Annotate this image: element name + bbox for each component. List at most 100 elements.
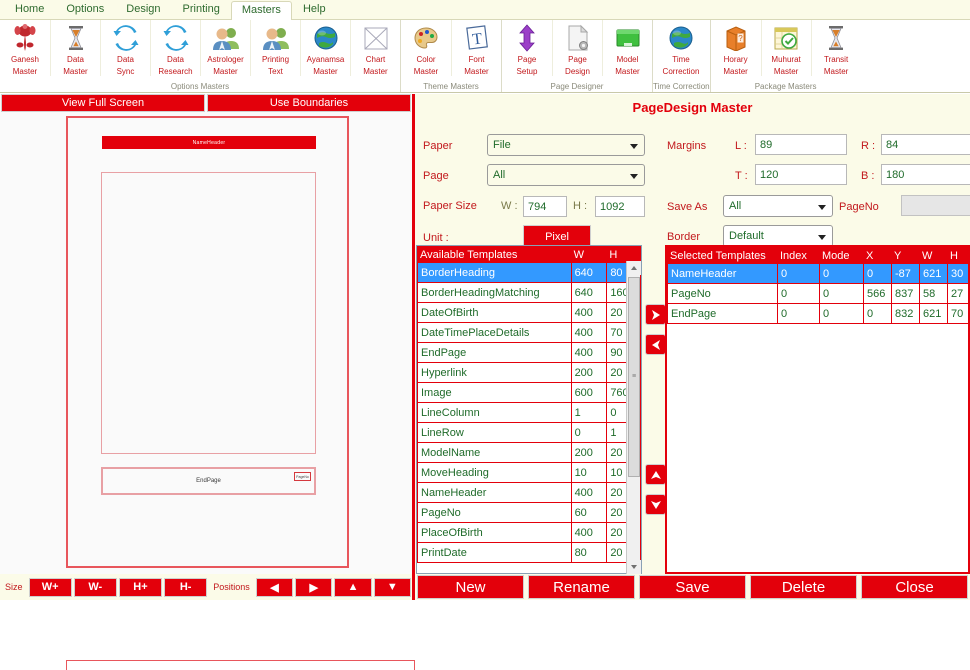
cell-name: PageNo	[418, 503, 572, 523]
use-boundaries-button[interactable]: Use Boundaries	[207, 94, 411, 112]
ribbon-button-model-master[interactable]: Model Master	[602, 20, 652, 76]
preview-element-body[interactable]	[101, 172, 316, 454]
ribbon-button-font-master[interactable]: T Font Master	[451, 20, 501, 76]
table-row[interactable]: EndPage00083262170	[668, 304, 970, 324]
page-preview-canvas[interactable]: NameHeader EndPage PageNo	[66, 116, 349, 568]
table-row[interactable]: DateOfBirth40020	[418, 303, 641, 323]
table-row[interactable]: BorderHeading64080	[418, 263, 641, 283]
table-row[interactable]: PageNo6020	[418, 503, 641, 523]
move-template-down-button[interactable]	[645, 494, 666, 515]
paper-select[interactable]: File	[487, 134, 645, 156]
ribbon-button-page-setup[interactable]: Page Setup	[502, 20, 552, 76]
new-button[interactable]: New	[417, 575, 524, 599]
menu-item-home[interactable]: Home	[4, 0, 55, 19]
action-buttons-bar: New Rename Save Delete Close	[415, 574, 970, 600]
cell-w: 80	[571, 543, 607, 563]
cell-name: PlaceOfBirth	[418, 523, 572, 543]
ribbon-button-time-correction[interactable]: Time Correction	[653, 20, 709, 76]
table-row[interactable]: PageNo005668375827	[668, 284, 970, 304]
save-button[interactable]: Save	[639, 575, 746, 599]
move-down-button[interactable]: ▼	[374, 578, 411, 597]
scroll-up-arrow-icon[interactable]	[627, 261, 641, 275]
preview-element-endpage[interactable]: EndPage PageNo	[101, 467, 316, 495]
ribbon-button-horary-master[interactable]: ? Horary Master	[711, 20, 761, 76]
preview-element-pageno[interactable]: PageNo	[294, 472, 311, 481]
ribbon-button-transit-master[interactable]: Transit Master	[811, 20, 861, 76]
remove-template-button[interactable]	[645, 334, 666, 355]
move-left-button[interactable]: ◀	[256, 578, 293, 597]
ribbon-button-chart-master[interactable]: Chart Master	[350, 20, 400, 76]
menu-item-design[interactable]: Design	[115, 0, 171, 19]
table-row[interactable]: EndPage40090	[418, 343, 641, 363]
rename-button[interactable]: Rename	[528, 575, 635, 599]
close-button[interactable]: Close	[861, 575, 968, 599]
table-row[interactable]: PlaceOfBirth40020	[418, 523, 641, 543]
paper-height-input[interactable]: 1092	[595, 196, 645, 217]
menu-item-options[interactable]: Options	[55, 0, 115, 19]
ribbon-button-ayanamsa-master[interactable]: Ayanamsa Master	[300, 20, 350, 76]
ribbon-button-data-master[interactable]: Data Master	[50, 20, 100, 76]
width-increase-button[interactable]: W+	[29, 578, 72, 597]
ribbon-button-label: Time	[672, 55, 689, 65]
height-decrease-button[interactable]: H-	[164, 578, 207, 597]
selected-templates-grid[interactable]: Selected Templates Index Mode X Y W H Na…	[665, 245, 970, 574]
table-row[interactable]: Image600760	[418, 383, 641, 403]
table-row[interactable]: ModelName20020	[418, 443, 641, 463]
menu-item-masters[interactable]: Masters	[231, 1, 292, 20]
table-row[interactable]: MoveHeading1010	[418, 463, 641, 483]
table-row[interactable]: LineRow01	[418, 423, 641, 443]
add-template-button[interactable]	[645, 304, 666, 325]
ribbon-button-data-research[interactable]: Data Research	[150, 20, 200, 76]
arrow-down-icon	[649, 498, 663, 512]
ribbon-button-color-master[interactable]: Color Master	[401, 20, 451, 76]
table-row[interactable]: LineColumn10	[418, 403, 641, 423]
table-row[interactable]: PrintDate8020	[418, 543, 641, 563]
globe-icon	[313, 23, 339, 53]
col-header-index: Index	[778, 248, 820, 264]
height-increase-button[interactable]: H+	[119, 578, 162, 597]
cell-x: 0	[864, 304, 892, 324]
ribbon-button-label: Transit	[824, 55, 848, 65]
page-select[interactable]: All	[487, 164, 645, 186]
menu-item-printing[interactable]: Printing	[172, 0, 231, 19]
table-row[interactable]: DateTimePlaceDetails40070	[418, 323, 641, 343]
width-decrease-button[interactable]: W-	[74, 578, 117, 597]
ribbon-button-muhurat-master[interactable]: Muhurat Master	[761, 20, 811, 76]
ribbon-button-data-sync[interactable]: Data Sync	[100, 20, 150, 76]
save-as-select[interactable]: All	[723, 195, 833, 217]
available-templates-body: BorderHeading64080BorderHeadingMatching6…	[418, 263, 641, 563]
cell-name: PrintDate	[418, 543, 572, 563]
move-template-up-button[interactable]	[645, 464, 666, 485]
view-full-screen-button[interactable]: View Full Screen	[1, 94, 205, 112]
move-up-button[interactable]: ▲	[334, 578, 371, 597]
preview-element-nameheader[interactable]: NameHeader	[102, 136, 316, 149]
paper-width-input[interactable]: 794	[523, 196, 567, 217]
col-header-name: Available Templates	[418, 247, 572, 263]
ribbon-button-label2: Master	[824, 67, 848, 77]
ribbon-button-astrologer-master[interactable]: Astrologer Master	[200, 20, 250, 76]
move-right-button[interactable]: ▶	[295, 578, 332, 597]
ribbon-button-page-design[interactable]: Page Design	[552, 20, 602, 76]
menu-item-help[interactable]: Help	[292, 0, 337, 19]
table-row[interactable]: Hyperlink20020	[418, 363, 641, 383]
cell-w: 640	[571, 263, 607, 283]
ribbon-group-options-masters: Ganesh Master Data Master	[0, 20, 400, 92]
paper-height-label: H :	[573, 200, 587, 212]
margin-top-input[interactable]: 120	[755, 164, 847, 185]
border-select[interactable]: Default	[723, 225, 833, 247]
delete-button[interactable]: Delete	[750, 575, 857, 599]
cell-w: 58	[920, 284, 948, 304]
scrollbar-thumb[interactable]: ≡	[628, 277, 640, 477]
margin-right-input[interactable]: 84	[881, 134, 970, 155]
ribbon-button-ganesh-master[interactable]: Ganesh Master	[0, 20, 50, 76]
table-row[interactable]: NameHeader40020	[418, 483, 641, 503]
available-templates-scrollbar[interactable]: ≡	[626, 261, 640, 574]
available-templates-grid[interactable]: Available Templates W H BorderHeading640…	[416, 245, 642, 574]
ribbon-button-printing-text[interactable]: Printing Text	[250, 20, 300, 76]
margin-left-input[interactable]: 89	[755, 134, 847, 155]
margin-bottom-input[interactable]: 180	[881, 164, 970, 185]
table-row[interactable]: NameHeader000-8762130	[668, 264, 970, 284]
table-row[interactable]: BorderHeadingMatching640160	[418, 283, 641, 303]
scroll-down-arrow-icon[interactable]	[627, 560, 641, 574]
cell-name: EndPage	[418, 343, 572, 363]
